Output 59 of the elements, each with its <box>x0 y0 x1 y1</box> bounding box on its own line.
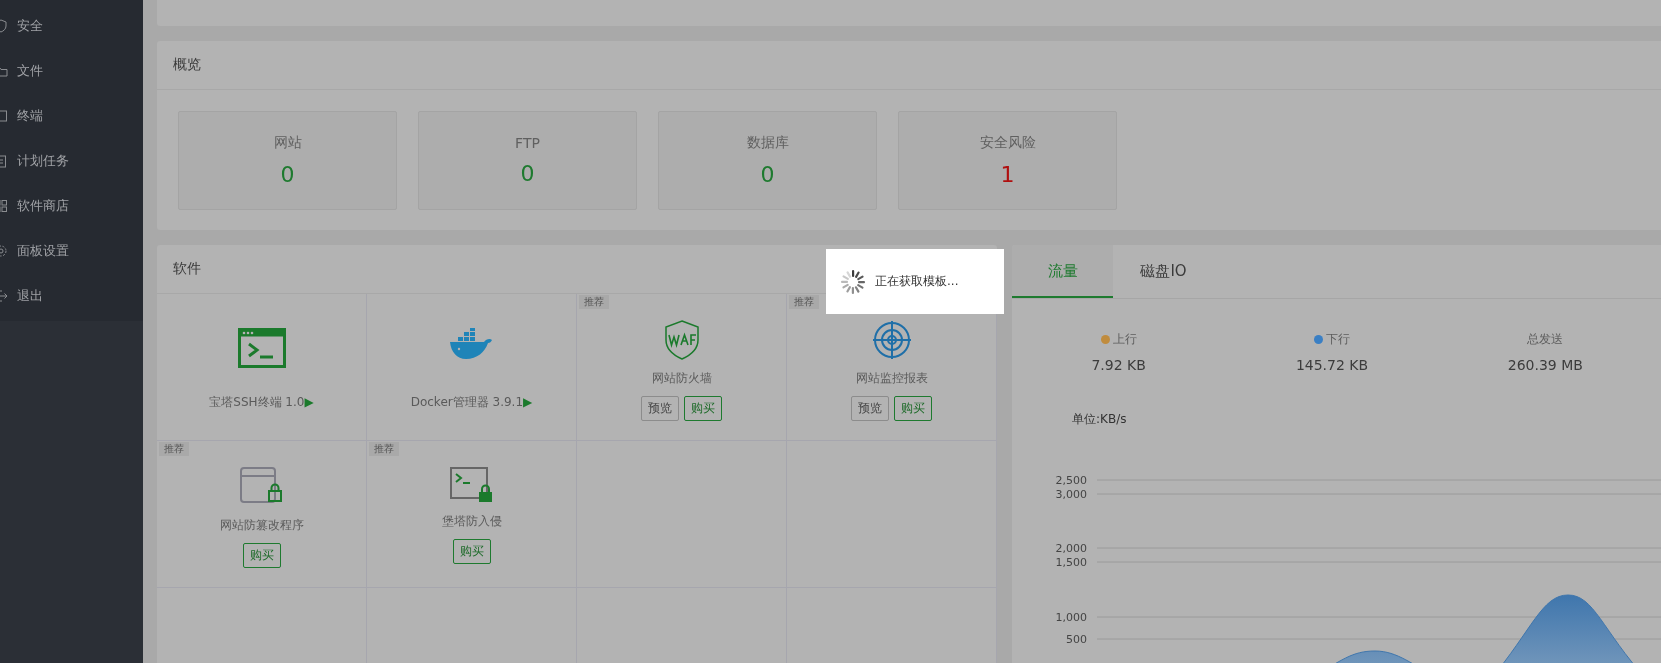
sidebar-item[interactable]: 退出 <box>0 273 143 318</box>
axis-tick-label: 3,000 <box>1055 488 1087 501</box>
buy-button[interactable]: 购买 <box>894 396 932 421</box>
software-tile[interactable]: 宝塔SSH终端 1.0▶ <box>157 294 367 441</box>
software-name: 网站监控报表 <box>855 370 928 387</box>
preview-button[interactable]: 预览 <box>851 396 889 421</box>
stat-value: 260.39 MB <box>1507 357 1583 373</box>
recommend-tag: 推荐 <box>369 442 399 456</box>
card-value: 0 <box>280 162 295 187</box>
unit-label: 单位:KB/s <box>1072 411 1128 428</box>
loading-spinner-icon <box>840 268 866 295</box>
card-label: FTP <box>515 135 540 151</box>
shield-icon <box>663 320 700 360</box>
tab[interactable]: 磁盘IO <box>1113 245 1214 298</box>
axis-tick-label: 1,500 <box>1055 556 1087 569</box>
software-name: 网站防篡改程序 <box>219 517 304 534</box>
stat-label: 总发送 <box>1527 331 1564 348</box>
software-name: 宝塔SSH终端 1.0▶ <box>209 394 314 411</box>
axis-tick-label: 2,000 <box>1055 542 1087 555</box>
axis-tick-label: 1,000 <box>1055 611 1087 624</box>
stat-value: 145.72 KB <box>1295 357 1369 373</box>
card-label: 数据库 <box>746 134 789 152</box>
panel-title: 概览 <box>157 41 1661 90</box>
sidebar-item[interactable]: 面板设置 <box>0 228 143 273</box>
buy-button[interactable]: 购买 <box>452 539 491 564</box>
stat-label: 下行 <box>1326 331 1350 348</box>
recommend-tag: 推荐 <box>789 295 819 309</box>
stat-card[interactable]: FTP 0 <box>418 111 637 210</box>
stat-card[interactable]: 数据库 0 <box>658 111 877 210</box>
recommend-tag: 推荐 <box>579 295 609 309</box>
card-value: 0 <box>520 161 535 186</box>
terminal-window-icon <box>237 328 286 368</box>
target-icon <box>871 320 912 360</box>
card-value: 0 <box>760 162 775 187</box>
software-name: Docker管理器 3.9.1▶ <box>410 394 533 411</box>
card-label: 安全风险 <box>979 134 1036 152</box>
software-tile[interactable]: Docker管理器 3.9.1▶ <box>367 294 577 441</box>
recommend-tag: 推荐 <box>159 442 189 456</box>
terminal-lock-icon <box>449 467 494 503</box>
card-label: 网站 <box>273 134 302 152</box>
sidebar-item[interactable]: 文件 <box>0 48 143 93</box>
sidebar-item[interactable]: 计划任务 <box>0 138 143 183</box>
preview-button[interactable]: 预览 <box>641 396 679 421</box>
software-name: 堡塔防入侵 <box>441 513 502 530</box>
stat-card[interactable]: 安全风险 1 <box>898 111 1117 210</box>
stat-card[interactable]: 网站 0 <box>178 111 397 210</box>
card-value: 1 <box>1000 162 1015 187</box>
sidebar-item[interactable]: 终端 <box>0 93 143 138</box>
sidebar-item[interactable]: 安全 <box>0 3 143 48</box>
axis-tick-label: 2,500 <box>1055 474 1087 487</box>
loading-text: 正在获取模板... <box>875 273 959 290</box>
buy-button[interactable]: 购买 <box>242 543 281 568</box>
tab[interactable]: 流量 <box>1012 245 1113 298</box>
buy-button[interactable]: 购买 <box>684 396 722 421</box>
stat-label: 上行 <box>1112 331 1137 348</box>
software-name: 网站防火墙 <box>651 370 712 387</box>
sidebar-item[interactable]: 软件商店 <box>0 183 143 228</box>
axis-tick-label: 500 <box>1066 633 1087 646</box>
stat-value: 7.92 KB <box>1091 357 1146 373</box>
